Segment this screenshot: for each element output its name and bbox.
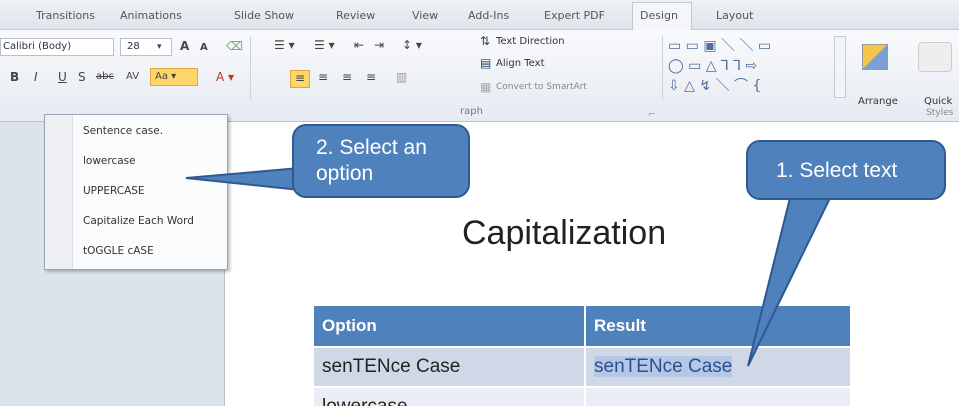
powerpoint-window: Transitions Animations Slide Show Review… xyxy=(0,0,959,406)
callout-pointers xyxy=(185,166,832,367)
callout-select-text: 1. Select text xyxy=(746,140,946,200)
callout-select-option: 2. Select an option xyxy=(292,124,470,198)
